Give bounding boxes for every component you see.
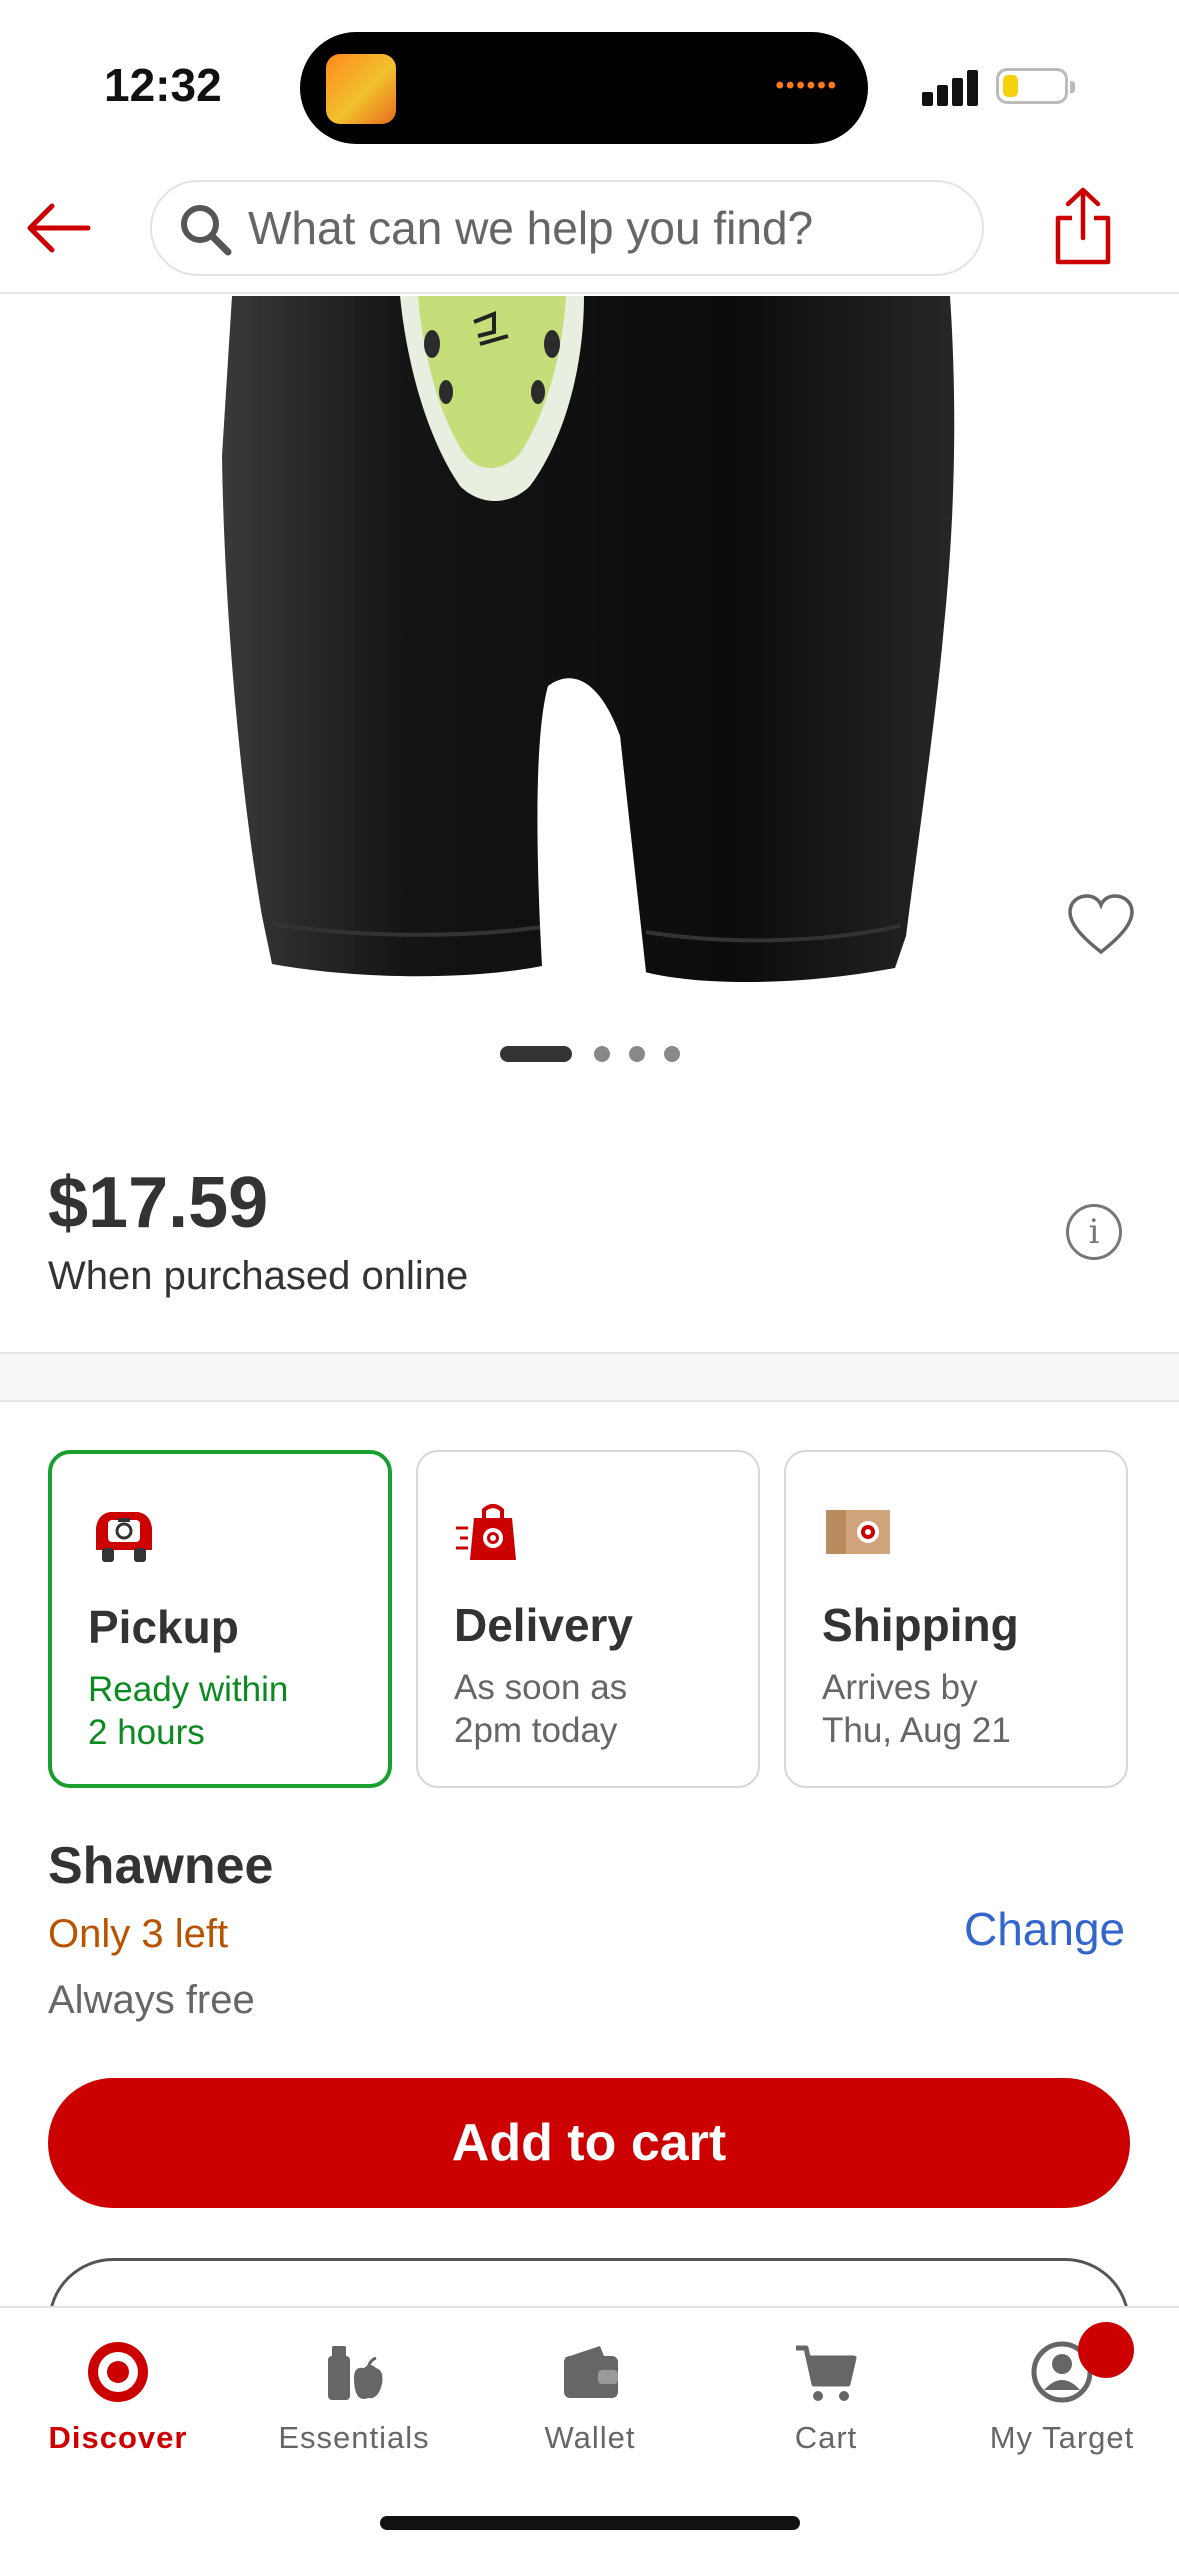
cart-icon <box>796 2345 857 2401</box>
search-icon <box>181 205 232 256</box>
product-price: $17.59 <box>48 1163 269 1243</box>
price-note: When purchased online <box>48 1254 469 1298</box>
arrow-left-icon <box>27 203 91 253</box>
stock-status: Only 3 left <box>48 1912 229 1956</box>
fulfillment-option-pickup[interactable]: Pickup Ready within 2 hours <box>48 1450 392 1788</box>
fulfillment-subtitle-line: Arrives by <box>822 1668 978 1707</box>
info-icon: i <box>1088 1212 1100 1252</box>
back-button[interactable] <box>22 190 98 266</box>
fulfillment-subtitle-line: As soon as <box>454 1668 628 1707</box>
status-bar: 12:32 •••••• <box>0 0 1179 170</box>
product-photo <box>222 296 955 1036</box>
fulfillment-subtitle: As soon as 2pm today <box>454 1666 744 1752</box>
shipping-box-icon <box>826 1510 890 1554</box>
fulfillment-option-delivery[interactable]: Delivery As soon as 2pm today <box>416 1450 760 1788</box>
pickup-car-icon <box>96 1512 152 1562</box>
audio-activity-icon: •••••• <box>775 72 838 99</box>
tab-wallet[interactable]: Wallet <box>472 2308 708 2468</box>
price-info-button[interactable]: i <box>1066 1204 1122 1260</box>
carousel-dot[interactable] <box>664 1046 680 1062</box>
tab-essentials[interactable]: Essentials <box>236 2308 472 2468</box>
tab-discover[interactable]: Discover <box>0 2308 236 2468</box>
search-input[interactable] <box>248 182 948 274</box>
cellular-signal-icon <box>922 66 982 106</box>
essentials-icon <box>328 2346 383 2400</box>
tab-my-target[interactable]: My Target <box>944 2308 1179 2468</box>
fulfillment-title: Delivery <box>454 1599 634 1651</box>
fulfillment-subtitle-line: Ready within <box>88 1670 289 1709</box>
fulfillment-subtitle-line: 2pm today <box>454 1711 618 1750</box>
tab-label: Discover <box>48 2420 188 2455</box>
pickup-cost: Always free <box>48 1978 255 2022</box>
fulfillment-title: Shipping <box>822 1599 1019 1651</box>
fulfillment-subtitle-line: Thu, Aug 21 <box>822 1711 1011 1750</box>
dynamic-island: •••••• <box>300 32 868 144</box>
top-header <box>0 170 1179 294</box>
delivery-bag-icon <box>456 1504 516 1560</box>
fulfillment-subtitle: Ready within 2 hours <box>88 1668 378 1754</box>
tab-label: Cart <box>794 2420 858 2455</box>
change-store-link[interactable]: Change <box>964 1902 1125 1956</box>
store-name: Shawnee <box>48 1837 274 1895</box>
tab-cart[interactable]: Cart <box>708 2308 944 2468</box>
favorite-button[interactable] <box>1066 892 1136 958</box>
tab-label: My Target <box>989 2420 1135 2455</box>
notification-badge <box>1078 2322 1134 2378</box>
tab-label: Essentials <box>278 2420 430 2455</box>
carousel-dot[interactable] <box>594 1046 610 1062</box>
fulfillment-option-shipping[interactable]: Shipping Arrives by Thu, Aug 21 <box>784 1450 1128 1788</box>
share-icon <box>1055 187 1111 265</box>
search-bar[interactable] <box>150 180 984 276</box>
section-divider <box>0 1352 1179 1402</box>
battery-icon <box>996 68 1075 104</box>
product-image-carousel[interactable] <box>0 296 1179 1036</box>
carousel-dot-active <box>500 1046 572 1062</box>
share-button[interactable] <box>1050 184 1116 268</box>
fulfillment-subtitle-line: 2 hours <box>88 1713 205 1752</box>
heart-icon <box>1068 894 1134 955</box>
carousel-page-indicator <box>0 1046 1179 1066</box>
add-to-cart-button[interactable]: Add to cart <box>48 2078 1130 2208</box>
fulfillment-title: Pickup <box>88 1601 239 1653</box>
target-bullseye-icon <box>88 2342 148 2402</box>
now-playing-artwork <box>326 54 396 124</box>
tab-label: Wallet <box>544 2420 636 2455</box>
wallet-icon <box>564 2346 618 2398</box>
carousel-dot[interactable] <box>629 1046 645 1062</box>
fulfillment-subtitle: Arrives by Thu, Aug 21 <box>822 1666 1112 1752</box>
battery-level <box>1003 75 1018 97</box>
home-indicator <box>380 2516 800 2530</box>
status-time: 12:32 <box>104 59 222 111</box>
